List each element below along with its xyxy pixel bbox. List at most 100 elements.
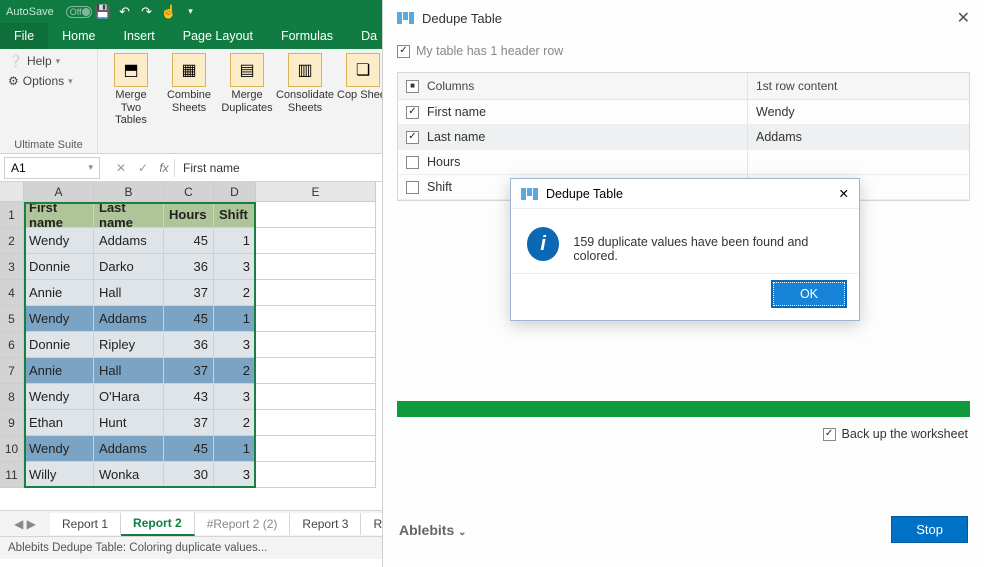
- combine-sheets-button[interactable]: ▦Combine Sheets: [162, 53, 216, 137]
- cell[interactable]: 3: [214, 254, 256, 280]
- cell[interactable]: [256, 410, 376, 436]
- merge-duplicates-button[interactable]: ▤Merge Duplicates: [220, 53, 274, 137]
- cell[interactable]: Last name: [94, 202, 164, 228]
- cell[interactable]: 1: [214, 306, 256, 332]
- cell[interactable]: Hall: [94, 280, 164, 306]
- column-row[interactable]: Last name Addams: [398, 125, 969, 150]
- cell[interactable]: 36: [164, 332, 214, 358]
- options-button[interactable]: ⚙Options▾: [6, 73, 91, 89]
- row-header[interactable]: 1: [0, 202, 24, 228]
- cell[interactable]: Shift: [214, 202, 256, 228]
- cell[interactable]: Wendy: [24, 384, 94, 410]
- merge-two-tables-button[interactable]: ⬒Merge Two Tables: [104, 53, 158, 137]
- cell[interactable]: [256, 228, 376, 254]
- fx-icon[interactable]: fx: [154, 161, 174, 175]
- ok-button[interactable]: OK: [773, 282, 845, 306]
- header-row-checkbox[interactable]: [397, 45, 410, 58]
- cell[interactable]: 30: [164, 462, 214, 488]
- cell[interactable]: Addams: [94, 436, 164, 462]
- column-checkbox[interactable]: [406, 181, 419, 194]
- row-header[interactable]: 10: [0, 436, 24, 462]
- cell[interactable]: 3: [214, 384, 256, 410]
- accept-formula-icon[interactable]: ✓: [132, 161, 154, 175]
- sheet-tab[interactable]: Report 3: [290, 513, 361, 535]
- close-icon[interactable]: ✕: [839, 186, 849, 201]
- cell[interactable]: [256, 358, 376, 384]
- redo-icon[interactable]: ↷: [136, 1, 158, 23]
- cell[interactable]: 45: [164, 228, 214, 254]
- sheet-tab[interactable]: #Report 2 (2): [195, 513, 291, 535]
- cell[interactable]: 3: [214, 462, 256, 488]
- cell[interactable]: Wendy: [24, 436, 94, 462]
- cell[interactable]: [256, 462, 376, 488]
- undo-icon[interactable]: ↶: [114, 1, 136, 23]
- cell[interactable]: [256, 306, 376, 332]
- cell[interactable]: 43: [164, 384, 214, 410]
- tab-insert[interactable]: Insert: [110, 23, 169, 49]
- cell[interactable]: [256, 332, 376, 358]
- cell[interactable]: Ethan: [24, 410, 94, 436]
- cell[interactable]: [256, 280, 376, 306]
- select-all-cell[interactable]: [0, 182, 24, 202]
- name-box[interactable]: A1▾: [4, 157, 100, 179]
- row-header[interactable]: 5: [0, 306, 24, 332]
- grid[interactable]: ABCDE1First nameLast nameHoursShift2Wend…: [0, 182, 376, 510]
- cell[interactable]: Hours: [164, 202, 214, 228]
- cell[interactable]: Donnie: [24, 332, 94, 358]
- cell[interactable]: 2: [214, 358, 256, 384]
- sheet-tab-active[interactable]: Report 2: [121, 512, 195, 536]
- cell[interactable]: Ripley: [94, 332, 164, 358]
- tab-file[interactable]: File: [0, 23, 48, 49]
- row-header[interactable]: 9: [0, 410, 24, 436]
- cancel-formula-icon[interactable]: ✕: [110, 161, 132, 175]
- cell[interactable]: Wonka: [94, 462, 164, 488]
- cell[interactable]: O'Hara: [94, 384, 164, 410]
- column-checkbox[interactable]: [406, 156, 419, 169]
- cell[interactable]: Hunt: [94, 410, 164, 436]
- column-header[interactable]: C: [164, 182, 214, 202]
- tab-home[interactable]: Home: [48, 23, 109, 49]
- backup-checkbox[interactable]: [823, 428, 836, 441]
- row-header[interactable]: 6: [0, 332, 24, 358]
- help-button[interactable]: ❔Help▾: [6, 53, 91, 69]
- select-all-checkbox[interactable]: [406, 80, 419, 93]
- cell[interactable]: 1: [214, 436, 256, 462]
- cell[interactable]: [256, 202, 376, 228]
- cell[interactable]: Wendy: [24, 228, 94, 254]
- cell[interactable]: Annie: [24, 358, 94, 384]
- cell[interactable]: 36: [164, 254, 214, 280]
- cell[interactable]: Addams: [94, 306, 164, 332]
- cell[interactable]: Darko: [94, 254, 164, 280]
- cell[interactable]: [256, 436, 376, 462]
- column-header[interactable]: E: [256, 182, 376, 202]
- row-header[interactable]: 2: [0, 228, 24, 254]
- cell[interactable]: 2: [214, 410, 256, 436]
- cell[interactable]: 45: [164, 436, 214, 462]
- column-row[interactable]: First name Wendy: [398, 100, 969, 125]
- cell[interactable]: 45: [164, 306, 214, 332]
- cell[interactable]: Willy: [24, 462, 94, 488]
- cell[interactable]: 37: [164, 280, 214, 306]
- column-checkbox[interactable]: [406, 106, 419, 119]
- cell[interactable]: 3: [214, 332, 256, 358]
- cell[interactable]: 37: [164, 410, 214, 436]
- row-header[interactable]: 3: [0, 254, 24, 280]
- cell[interactable]: Donnie: [24, 254, 94, 280]
- column-checkbox[interactable]: [406, 131, 419, 144]
- cell[interactable]: [256, 254, 376, 280]
- cell[interactable]: 2: [214, 280, 256, 306]
- column-row[interactable]: Hours: [398, 150, 969, 175]
- brand-label[interactable]: Ablebits ⌄: [399, 522, 467, 538]
- cell[interactable]: Hall: [94, 358, 164, 384]
- cell[interactable]: Annie: [24, 280, 94, 306]
- row-header[interactable]: 7: [0, 358, 24, 384]
- close-icon[interactable]: ✕: [957, 8, 970, 28]
- cell[interactable]: Wendy: [24, 306, 94, 332]
- cell[interactable]: First name: [24, 202, 94, 228]
- cell[interactable]: 37: [164, 358, 214, 384]
- qat-more-icon[interactable]: ▾: [180, 1, 202, 23]
- row-header[interactable]: 4: [0, 280, 24, 306]
- row-header[interactable]: 8: [0, 384, 24, 410]
- stop-button[interactable]: Stop: [891, 516, 968, 543]
- touch-icon[interactable]: ☝: [158, 1, 180, 23]
